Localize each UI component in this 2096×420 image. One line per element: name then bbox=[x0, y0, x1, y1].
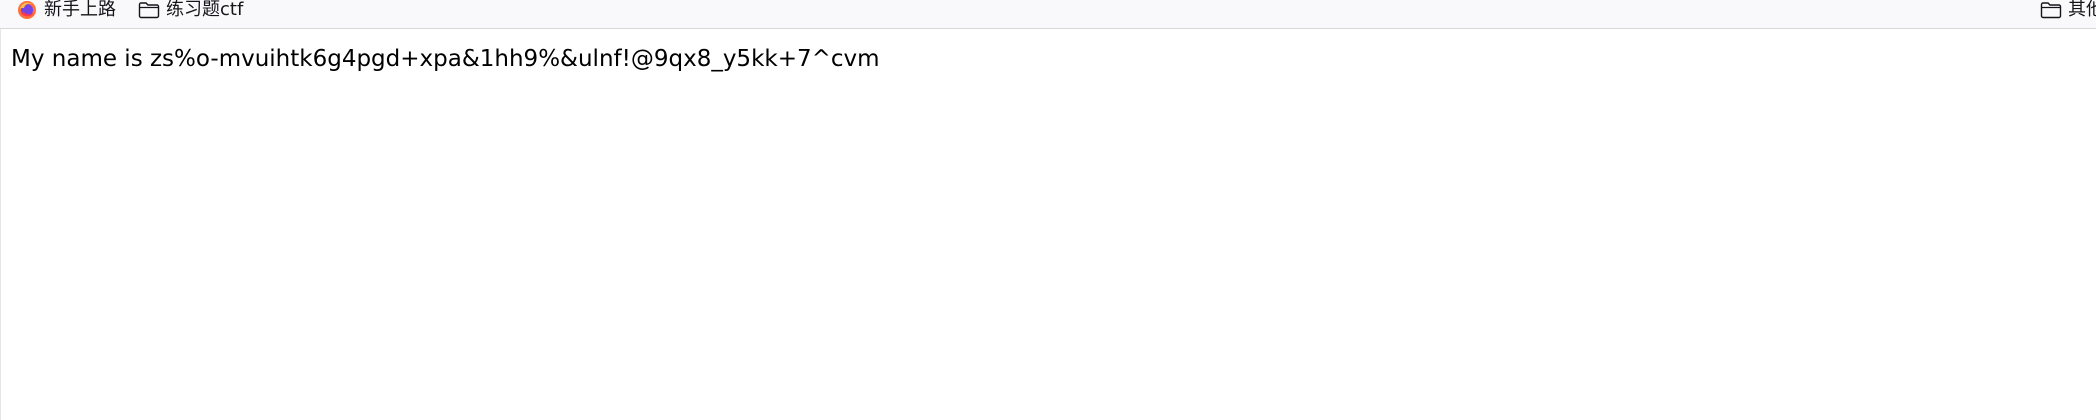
page-content: My name is zs%o-mvuihtk6g4pgd+xpa&1hh9%&… bbox=[0, 29, 2096, 420]
firefox-icon bbox=[16, 0, 38, 20]
bookmarks-toolbar: 新手上路 练习题ctf 其他 bbox=[0, 0, 2096, 29]
page-body-text: My name is zs%o-mvuihtk6g4pgd+xpa&1hh9%&… bbox=[11, 46, 880, 72]
bookmark-label: 练习题ctf bbox=[166, 0, 244, 20]
bookmark-folder-ctf-practice[interactable]: 练习题ctf bbox=[138, 0, 243, 20]
bookmark-getting-started[interactable]: 新手上路 bbox=[16, 0, 116, 20]
bookmark-label: 新手上路 bbox=[44, 0, 116, 20]
folder-icon bbox=[138, 0, 160, 20]
bookmark-label: 其他 bbox=[2068, 0, 2096, 20]
folder-icon bbox=[2040, 0, 2062, 20]
bookmark-folder-other[interactable]: 其他 bbox=[2040, 0, 2096, 20]
